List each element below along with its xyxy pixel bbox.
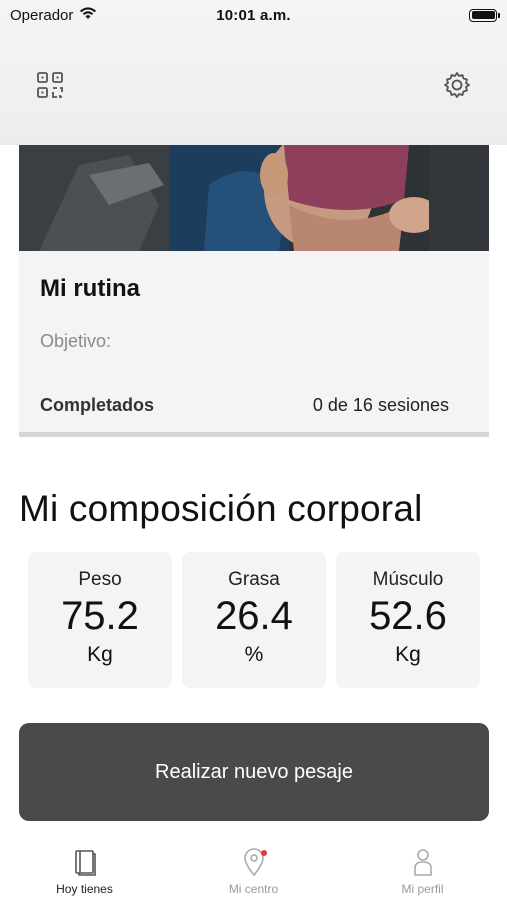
tab-label: Mi centro [228,882,279,896]
stat-unit: % [244,643,264,666]
person-icon [407,846,439,878]
tab-label: Mi perfil [401,882,444,896]
new-weigh-in-button[interactable]: Realizar nuevo pesaje [19,723,489,821]
stat-unit: Kg [87,643,113,666]
stat-unit: Kg [395,643,421,666]
tab-today[interactable]: Hoy tienes [0,836,169,900]
stat-card-muscle: Músculo 52.6 Kg [336,552,480,688]
routine-hero-image [19,145,489,251]
stat-card-fat: Grasa 26.4 % [182,552,326,688]
carrier-label: Operador [10,6,74,24]
routine-title: Mi rutina [40,275,140,302]
tab-my-profile[interactable]: Mi perfil [338,836,507,900]
tab-my-center[interactable]: Mi centro [169,836,338,900]
body-composition-title: Mi composición corporal [19,488,423,529]
gear-icon[interactable] [440,68,474,102]
status-time: 10:01 a.m. [216,6,291,24]
wifi-icon [79,6,97,24]
stat-value: 26.4 [215,594,293,638]
stat-label: Peso [78,569,122,590]
body-composition-stats: Peso 75.2 Kg Grasa 26.4 % Músculo 52.6 K… [28,552,480,688]
qr-code-icon[interactable] [33,68,67,102]
location-pin-icon [238,846,270,878]
battery-icon [469,8,500,22]
book-icon [69,846,101,878]
tab-label: Hoy tienes [56,882,113,896]
completed-value: 0 de 16 sesiones [312,395,449,415]
stat-value: 52.6 [369,594,447,638]
status-bar: Operador 10:01 a.m. [0,0,507,30]
routine-objective-label: Objetivo: [40,331,112,351]
stat-card-weight: Peso 75.2 Kg [28,552,172,688]
completed-label: Completados [40,395,155,415]
notification-dot [260,850,267,856]
routine-card[interactable]: Mi rutina Objetivo: Completados 0 de 16 … [19,145,489,437]
tab-bar: Hoy tienes Mi centro Mi perfil [0,836,507,900]
stat-label: Grasa [228,569,280,590]
stat-label: Músculo [372,569,444,590]
stat-value: 75.2 [61,594,139,638]
